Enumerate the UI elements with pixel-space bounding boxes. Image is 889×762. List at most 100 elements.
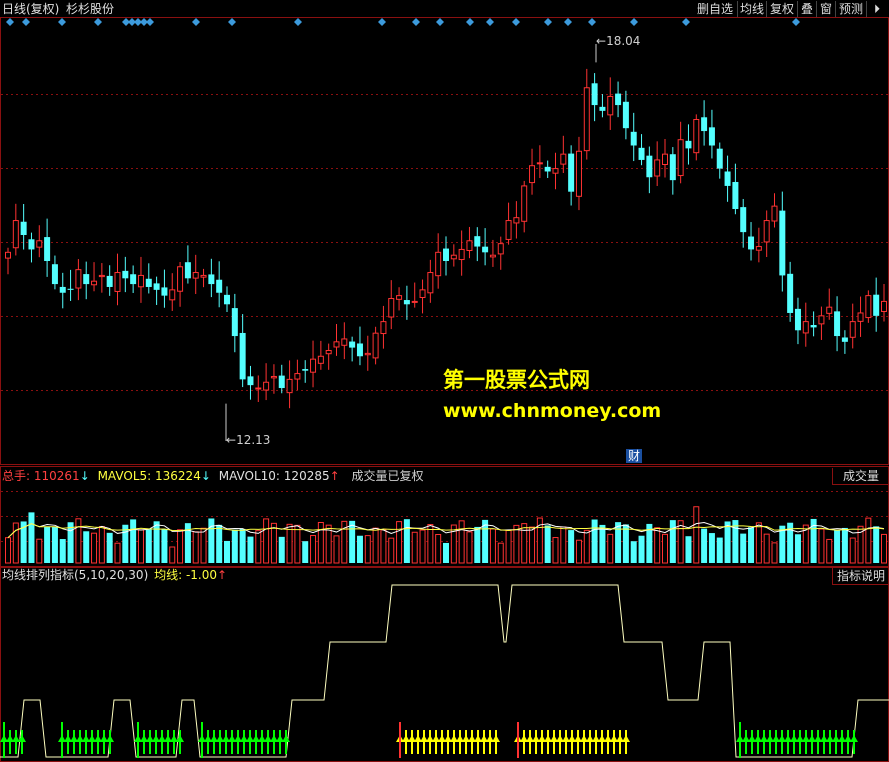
candle-body (231, 308, 238, 337)
event-diamond-icon (486, 18, 494, 26)
volume-bar (122, 524, 129, 563)
candle-body (114, 272, 121, 292)
candle-body (83, 274, 90, 285)
volume-bar (380, 529, 387, 564)
candle-body (200, 274, 207, 278)
candle-body (208, 274, 215, 285)
candle-body (536, 162, 543, 165)
event-diamond-icon (192, 18, 200, 26)
candle-body (411, 300, 418, 303)
candle-body (28, 239, 35, 250)
candle-body (270, 375, 277, 379)
volume-bar (583, 529, 590, 564)
candle-body (505, 220, 512, 240)
volume-bar (36, 538, 43, 564)
volume-bar (435, 534, 442, 564)
candle-body (443, 248, 449, 261)
candle-body (701, 117, 708, 132)
volume-bar (224, 540, 230, 563)
signal-arrow-icon (106, 735, 114, 742)
candle-body (552, 168, 559, 174)
event-diamond-icon (412, 18, 420, 26)
volume-bar (599, 524, 606, 563)
candle-body (51, 264, 58, 285)
volume-bar (701, 528, 708, 563)
volume-bar (865, 517, 872, 564)
candle-body (646, 155, 653, 178)
candle-body (638, 147, 645, 160)
volume-panel-button[interactable]: 成交量 (832, 468, 889, 485)
volume-bar (44, 526, 51, 563)
candle-body (255, 387, 262, 390)
candle-body (122, 270, 129, 279)
candle-body (834, 311, 841, 337)
high-arrow-icon: ← (596, 34, 607, 48)
candle-body (349, 341, 356, 348)
candle-body (685, 140, 692, 149)
volume-bar (622, 524, 629, 563)
volume-bar (59, 539, 66, 563)
candle-body (216, 279, 223, 293)
event-diamond-icon (682, 18, 690, 26)
candle-body (91, 280, 98, 286)
candle-body (44, 237, 51, 261)
candle-body (779, 210, 786, 276)
candle-body (130, 274, 137, 285)
event-diamond-icon (564, 18, 572, 26)
indicator-line-value: -1.00 (185, 568, 218, 582)
price-panel-border (0, 17, 889, 465)
volume-bar (654, 527, 661, 564)
candle-body (513, 217, 520, 224)
volume-bar (841, 527, 848, 563)
volume-bar (771, 542, 778, 564)
signal-arrow-icon (18, 735, 26, 742)
high-price-label: ←18.04 (596, 34, 641, 48)
volume-bar (474, 526, 481, 563)
candle-body (474, 236, 481, 247)
candle-body (356, 343, 363, 357)
volume-bar (12, 522, 19, 564)
volume-bar (356, 535, 363, 563)
volume-bar (826, 538, 833, 564)
candle-body (177, 266, 184, 292)
volume-bar (591, 519, 598, 563)
candle-body (802, 321, 809, 334)
signal-arrow-icon (282, 735, 290, 742)
candle-body (669, 154, 676, 181)
volume-bar (98, 526, 105, 564)
candle-body (98, 274, 105, 278)
candle-body (873, 294, 880, 316)
event-diamond-icon (58, 18, 66, 26)
volume-bar (521, 523, 528, 564)
total-volume-arrow: ↓ (79, 469, 90, 483)
indicator-help-button[interactable]: 指标说明 (832, 568, 889, 585)
volume-bar (67, 522, 74, 563)
volume-bar (51, 526, 58, 563)
indicator-line-label: 均线: (154, 568, 183, 582)
candle-body (458, 248, 465, 261)
candle-body (607, 95, 614, 116)
volume-bar (669, 520, 676, 563)
candle-body (247, 376, 254, 386)
total-volume-value: 110261 (33, 469, 80, 483)
candle-body (20, 221, 27, 235)
candle-body (263, 381, 270, 391)
candle-body (654, 159, 661, 177)
volume-bar (466, 531, 473, 564)
candle-body (677, 139, 684, 177)
finance-marker[interactable]: 财 (626, 449, 643, 463)
volume-bar (208, 518, 215, 563)
volume-bar (615, 522, 622, 563)
volume-bar (568, 530, 575, 563)
volume-bar (724, 521, 731, 563)
candle-body (881, 300, 887, 312)
candle-body (794, 308, 801, 331)
volume-bar (310, 535, 317, 564)
candle-body (724, 171, 731, 186)
candle-body (662, 153, 668, 166)
volume-bar (677, 520, 684, 564)
candle-body (184, 262, 191, 279)
candle-body (865, 295, 872, 319)
volume-bar (748, 527, 755, 563)
volume-bar (364, 535, 371, 564)
